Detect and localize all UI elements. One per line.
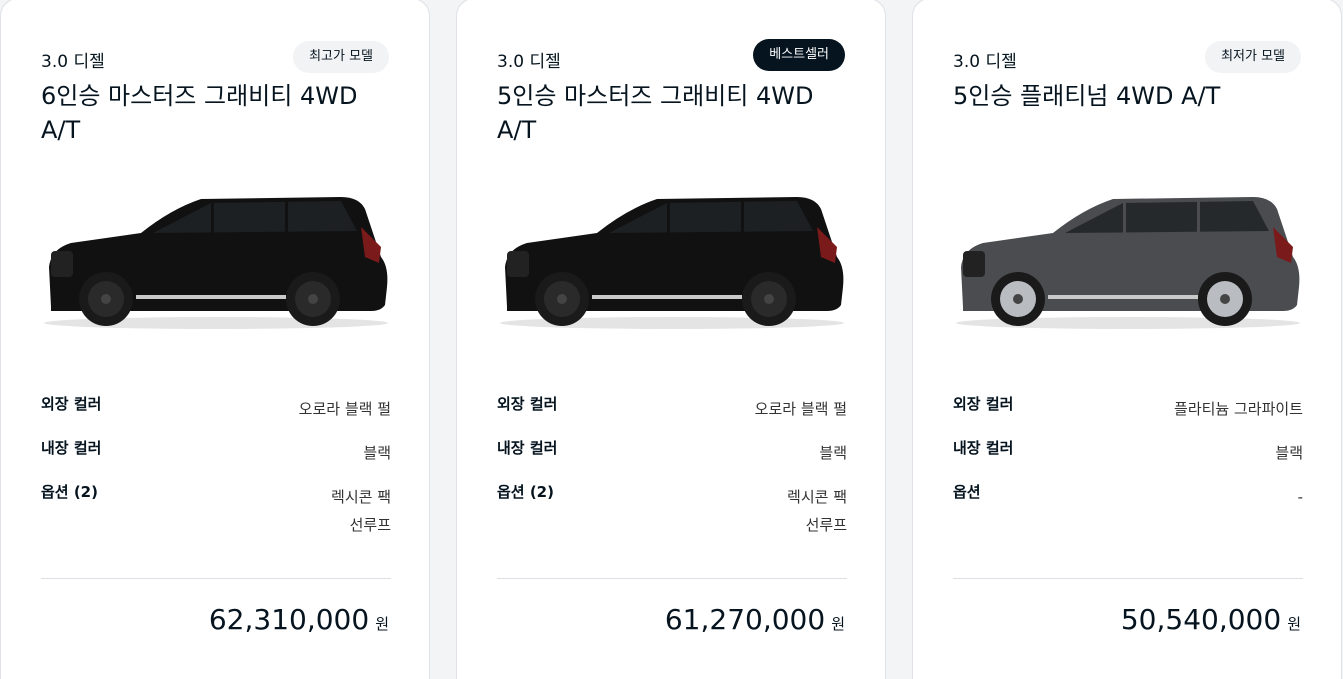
- lowest-price-badge: 최저가 모델: [1205, 41, 1301, 73]
- option-item: 선루프: [349, 516, 391, 534]
- engine-type: 3.0 디젤: [41, 52, 105, 72]
- trim-card[interactable]: 3.0 디젤 베스트셀러 5인승 마스터즈 그래비티 4WD A/T 외장 컬러…: [456, 0, 886, 679]
- exterior-color-label: 외장 컬러: [953, 395, 1014, 413]
- exterior-color-label: 외장 컬러: [41, 395, 102, 413]
- bestseller-badge: 베스트셀러: [753, 39, 845, 71]
- interior-color-label: 내장 컬러: [497, 439, 558, 457]
- interior-color-label: 내장 컬러: [953, 439, 1014, 457]
- price-currency: 원: [831, 615, 845, 633]
- options-values: 렉시콘 팩 선루프: [787, 483, 847, 539]
- option-item: -: [1297, 488, 1303, 506]
- car-image: [44, 197, 388, 329]
- model-name: 5인승 플래티넘 4WD A/T: [953, 82, 1221, 110]
- price-amount: 61,270,000: [664, 603, 826, 636]
- exterior-color-value: 오로라 블랙 펄: [298, 400, 391, 418]
- price: 62,310,000 원: [209, 603, 389, 636]
- interior-color-value: 블랙: [819, 444, 847, 462]
- option-item: 선루프: [805, 516, 847, 534]
- exterior-color-value: 오로라 블랙 펄: [754, 400, 847, 418]
- trim-card-list: 3.0 디젤 최고가 모델 6인승 마스터즈 그래비티 4WD A/T 외장 컬…: [0, 0, 1343, 679]
- price-currency: 원: [375, 615, 389, 633]
- divider: [497, 578, 847, 579]
- highest-price-badge: 최고가 모델: [293, 41, 389, 73]
- options-label: 옵션 (2): [41, 483, 98, 501]
- options-values: 렉시콘 팩 선루프: [331, 483, 391, 539]
- interior-color-value: 블랙: [363, 444, 391, 462]
- interior-color-label: 내장 컬러: [41, 439, 102, 457]
- options-label: 옵션 (2): [497, 483, 554, 501]
- model-name: 6인승 마스터즈 그래비티 4WD A/T: [41, 82, 358, 144]
- interior-color-value: 블랙: [1275, 444, 1303, 462]
- option-item: 렉시콘 팩: [787, 488, 847, 506]
- engine-type: 3.0 디젤: [953, 52, 1017, 72]
- car-image: [500, 197, 844, 329]
- exterior-color-label: 외장 컬러: [497, 395, 558, 413]
- price: 50,540,000 원: [1121, 603, 1301, 636]
- price-currency: 원: [1287, 615, 1301, 633]
- engine-type: 3.0 디젤: [497, 52, 561, 72]
- options-label: 옵션: [953, 483, 981, 501]
- car-image: [956, 197, 1300, 329]
- divider: [953, 578, 1303, 579]
- trim-card[interactable]: 3.0 디젤 최고가 모델 6인승 마스터즈 그래비티 4WD A/T 외장 컬…: [0, 0, 430, 679]
- divider: [41, 578, 391, 579]
- options-values: -: [1298, 483, 1303, 511]
- option-item: 렉시콘 팩: [331, 488, 391, 506]
- price-amount: 62,310,000: [208, 603, 370, 636]
- exterior-color-value: 플라티늄 그라파이트: [1174, 400, 1303, 418]
- model-name: 5인승 마스터즈 그래비티 4WD A/T: [497, 82, 814, 144]
- trim-card[interactable]: 3.0 디젤 최저가 모델 5인승 플래티넘 4WD A/T 외장 컬러 플라티…: [912, 0, 1342, 679]
- price-amount: 50,540,000: [1120, 603, 1282, 636]
- price: 61,270,000 원: [665, 603, 845, 636]
